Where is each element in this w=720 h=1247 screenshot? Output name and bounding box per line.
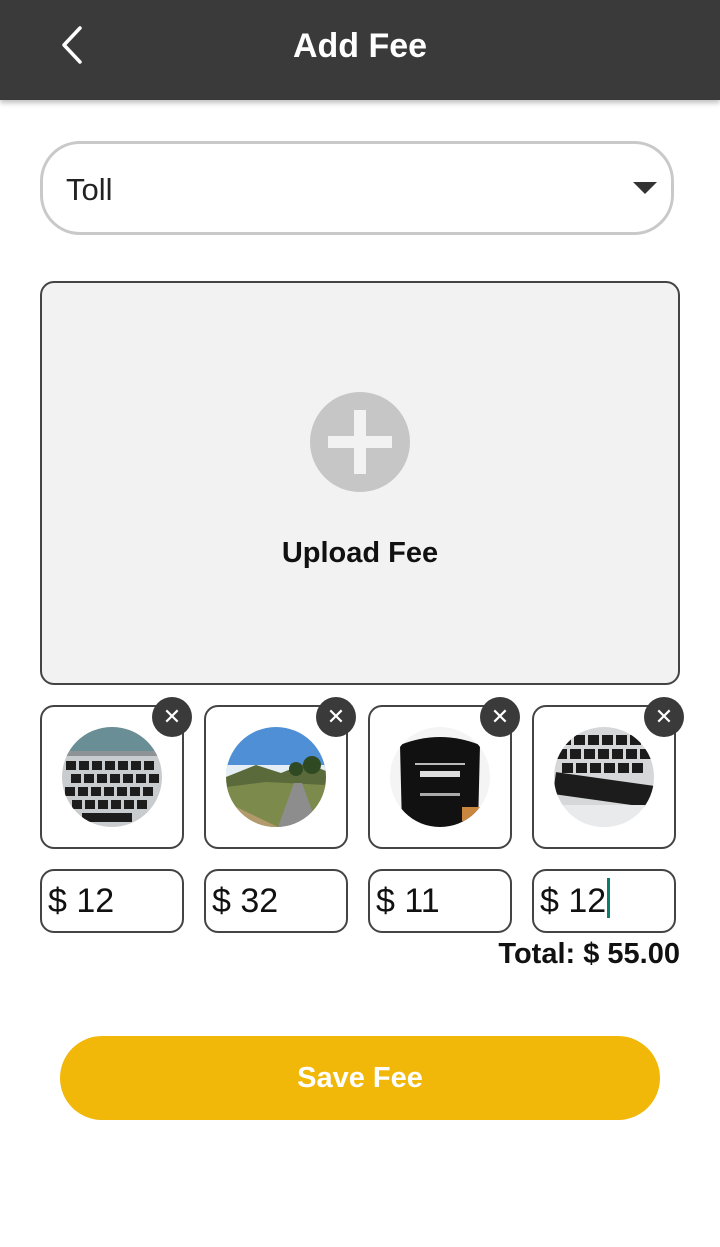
receipt-image-mountain-road [226,727,326,827]
receipt-image-keyboard [554,727,654,827]
fee-type-select[interactable]: Toll [40,141,674,235]
receipt-thumbnail-3[interactable]: ✕ [368,697,520,849]
close-icon: ✕ [654,704,674,729]
remove-receipt-button[interactable]: ✕ [152,697,192,737]
app-header: Add Fee [0,0,720,100]
receipt-thumbnail-4[interactable]: ✕ [532,697,684,849]
plus-circle-icon [310,392,410,492]
receipt-image-coffee [390,727,490,827]
close-icon: ✕ [490,704,510,729]
upload-fee-label: Upload Fee [281,537,439,569]
receipt-thumbnail-2[interactable]: ✕ [204,697,356,849]
receipt-image-keyboard [62,727,162,827]
upload-fee-area[interactable]: Upload Fee [40,281,680,685]
save-fee-button[interactable]: Save Fee [60,1036,660,1120]
remove-receipt-button[interactable]: ✕ [644,697,684,737]
receipt-amount-field-3[interactable]: $ 11 [368,869,512,933]
page-title: Add Fee [292,27,428,65]
remove-receipt-button[interactable]: ✕ [480,697,520,737]
close-icon: ✕ [162,704,182,729]
remove-receipt-button[interactable]: ✕ [316,697,356,737]
receipt-thumbnail-1[interactable]: ✕ [40,697,192,849]
receipt-amount-field-2[interactable]: $ 32 [204,869,348,933]
receipt-amount-field-1[interactable]: $ 12 [40,869,184,933]
close-icon: ✕ [326,704,346,729]
receipt-amount-field-4[interactable]: $ 12 [532,869,676,933]
text-cursor [607,878,611,918]
receipt-amount-value: $ 32 [212,882,279,920]
receipt-amount-value: $ 11 [376,882,440,920]
fee-type-value: Toll [66,172,113,207]
caret-down-icon [633,182,657,194]
receipt-amount-value: $ 12 [540,882,607,920]
total-amount: Total: $ 55.00 [498,938,680,970]
receipt-amount-value: $ 12 [48,882,115,920]
